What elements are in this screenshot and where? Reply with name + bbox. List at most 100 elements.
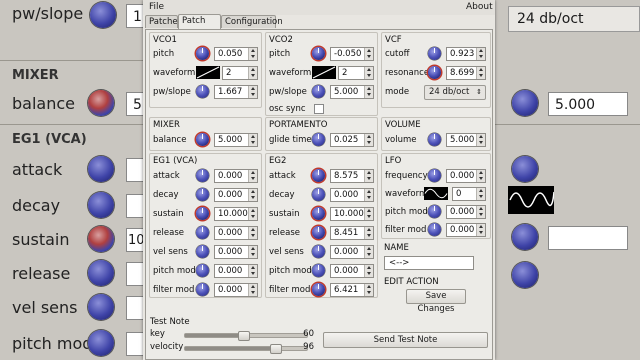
- eg2-row-knob[interactable]: [312, 226, 325, 239]
- spin-arrows-icon[interactable]: [364, 67, 373, 79]
- spin-arrows-icon[interactable]: [248, 189, 257, 201]
- vco1-pitch-knob[interactable]: [196, 47, 209, 60]
- vcf-mode-select[interactable]: 24 db/oct ⇕: [424, 85, 486, 100]
- vco2-pitch-knob[interactable]: [312, 47, 325, 60]
- spin-arrows-icon[interactable]: [248, 86, 257, 98]
- eg1-row-knob[interactable]: [196, 226, 209, 239]
- vcf-cutoff-spinbox[interactable]: 0.923: [446, 47, 486, 61]
- eg2-row-spinbox[interactable]: 0.000: [330, 264, 374, 278]
- eg1-row-spinbox[interactable]: 0.000: [214, 245, 258, 259]
- lfo-waveform-spinbox[interactable]: 0: [452, 187, 486, 201]
- vco2-pw-knob[interactable]: [312, 85, 325, 98]
- spin-arrows-icon[interactable]: [364, 170, 373, 182]
- spin-arrows-icon[interactable]: [476, 67, 485, 79]
- spin-arrows-icon[interactable]: [248, 67, 257, 79]
- eg2-row-spinbox[interactable]: 8.575: [330, 169, 374, 183]
- spin-arrows-icon[interactable]: [364, 86, 373, 98]
- eg1-row-knob[interactable]: [196, 169, 209, 182]
- eg1-row-knob[interactable]: [196, 188, 209, 201]
- spin-arrows-icon[interactable]: [248, 284, 257, 296]
- spin-arrows-icon[interactable]: [364, 284, 373, 296]
- tab-patch-edit[interactable]: Patch Edit: [178, 14, 221, 39]
- vco2-waveform-spinbox[interactable]: 2: [338, 66, 374, 80]
- key-slider-handle[interactable]: [238, 331, 250, 341]
- spin-arrows-icon[interactable]: [364, 265, 373, 277]
- eg1-row-value: 0.000: [218, 190, 243, 200]
- eg1-row-knob[interactable]: [196, 245, 209, 258]
- patch-name-input[interactable]: <-->: [384, 256, 474, 270]
- volume-knob[interactable]: [428, 133, 441, 146]
- spin-arrows-icon[interactable]: [476, 48, 485, 60]
- eg2-row-knob[interactable]: [312, 169, 325, 182]
- spin-arrows-icon[interactable]: [248, 227, 257, 239]
- eg2-row-spinbox[interactable]: 8.451: [330, 226, 374, 240]
- eg2-row-knob[interactable]: [312, 264, 325, 277]
- lfo-pitch-mod-knob[interactable]: [428, 205, 441, 218]
- eg2-row-knob[interactable]: [312, 207, 325, 220]
- eg1-row-spinbox[interactable]: 10.000: [214, 207, 258, 221]
- lfo-frequency-spinbox[interactable]: 0.000: [446, 169, 486, 183]
- tab-patches[interactable]: Patches: [145, 15, 182, 28]
- eg1-row-knob[interactable]: [196, 264, 209, 277]
- save-changes-button[interactable]: Save Changes: [406, 289, 466, 314]
- lfo-frequency-knob[interactable]: [428, 169, 441, 182]
- eg1-row-spinbox[interactable]: 0.000: [214, 226, 258, 240]
- spin-arrows-icon[interactable]: [248, 48, 257, 60]
- spin-arrows-icon[interactable]: [364, 48, 373, 60]
- menu-about[interactable]: About: [466, 2, 493, 12]
- vcf-resonance-spinbox[interactable]: 8.699: [446, 66, 486, 80]
- velocity-slider-handle[interactable]: [270, 344, 282, 354]
- vco2-pitch-spinbox[interactable]: -0.050: [330, 47, 374, 61]
- spin-arrows-icon[interactable]: [248, 208, 257, 220]
- spin-arrows-icon[interactable]: [248, 134, 257, 146]
- spin-arrows-icon[interactable]: [248, 265, 257, 277]
- spin-arrows-icon[interactable]: [364, 134, 373, 146]
- tab-configuration[interactable]: Configuration: [221, 15, 283, 28]
- eg1-row-spinbox[interactable]: 0.000: [214, 169, 258, 183]
- vco1-pw-spinbox[interactable]: 1.667: [214, 85, 258, 99]
- spin-arrows-icon[interactable]: [476, 206, 485, 218]
- vco1-pw-knob[interactable]: [196, 85, 209, 98]
- send-test-note-button[interactable]: Send Test Note: [323, 332, 488, 348]
- menu-file[interactable]: File: [149, 2, 164, 12]
- vco1-waveform-spinbox[interactable]: 2: [222, 66, 258, 80]
- vco1-pitch-spinbox[interactable]: 0.050: [214, 47, 258, 61]
- spin-arrows-icon[interactable]: [476, 188, 485, 200]
- vcf-cutoff-knob[interactable]: [428, 47, 441, 60]
- vco1-pw-value: 1.667: [218, 87, 243, 97]
- eg1-row-spinbox[interactable]: 0.000: [214, 188, 258, 202]
- spin-arrows-icon[interactable]: [248, 170, 257, 182]
- spin-arrows-icon[interactable]: [248, 246, 257, 258]
- mixer-balance-spinbox[interactable]: 5.000: [214, 133, 258, 147]
- vco2-pw-spinbox[interactable]: 5.000: [330, 85, 374, 99]
- lfo-filter-mod-spinbox[interactable]: 0.000: [446, 223, 486, 237]
- eg2-row-knob[interactable]: [312, 245, 325, 258]
- eg1-row-knob[interactable]: [196, 207, 209, 220]
- glide-time-spinbox[interactable]: 0.025: [330, 133, 374, 147]
- spin-arrows-icon[interactable]: [476, 170, 485, 182]
- eg2-row-spinbox[interactable]: 0.000: [330, 245, 374, 259]
- glide-time-knob[interactable]: [312, 133, 325, 146]
- osc-sync-checkbox[interactable]: [314, 104, 324, 114]
- eg2-row-spinbox[interactable]: 0.000: [330, 188, 374, 202]
- spin-arrows-icon[interactable]: [364, 246, 373, 258]
- volume-spinbox[interactable]: 5.000: [446, 133, 486, 147]
- spin-arrows-icon[interactable]: [364, 208, 373, 220]
- mixer-balance-knob[interactable]: [196, 133, 209, 146]
- lfo-filter-mod-knob[interactable]: [428, 223, 441, 236]
- velocity-slider[interactable]: [184, 344, 308, 354]
- spin-arrows-icon[interactable]: [476, 224, 485, 236]
- eg2-row-knob[interactable]: [312, 188, 325, 201]
- lfo-pitch-mod-spinbox[interactable]: 0.000: [446, 205, 486, 219]
- eg1-row-knob[interactable]: [196, 283, 209, 296]
- eg1-row-spinbox[interactable]: 0.000: [214, 264, 258, 278]
- eg2-row-knob[interactable]: [312, 283, 325, 296]
- spin-arrows-icon[interactable]: [364, 189, 373, 201]
- spin-arrows-icon[interactable]: [364, 227, 373, 239]
- eg2-row-spinbox[interactable]: 6.421: [330, 283, 374, 297]
- eg2-row-spinbox[interactable]: 10.000: [330, 207, 374, 221]
- vcf-resonance-knob[interactable]: [428, 66, 441, 79]
- key-slider[interactable]: [184, 331, 308, 341]
- spin-arrows-icon[interactable]: [476, 134, 485, 146]
- eg1-row-spinbox[interactable]: 0.000: [214, 283, 258, 297]
